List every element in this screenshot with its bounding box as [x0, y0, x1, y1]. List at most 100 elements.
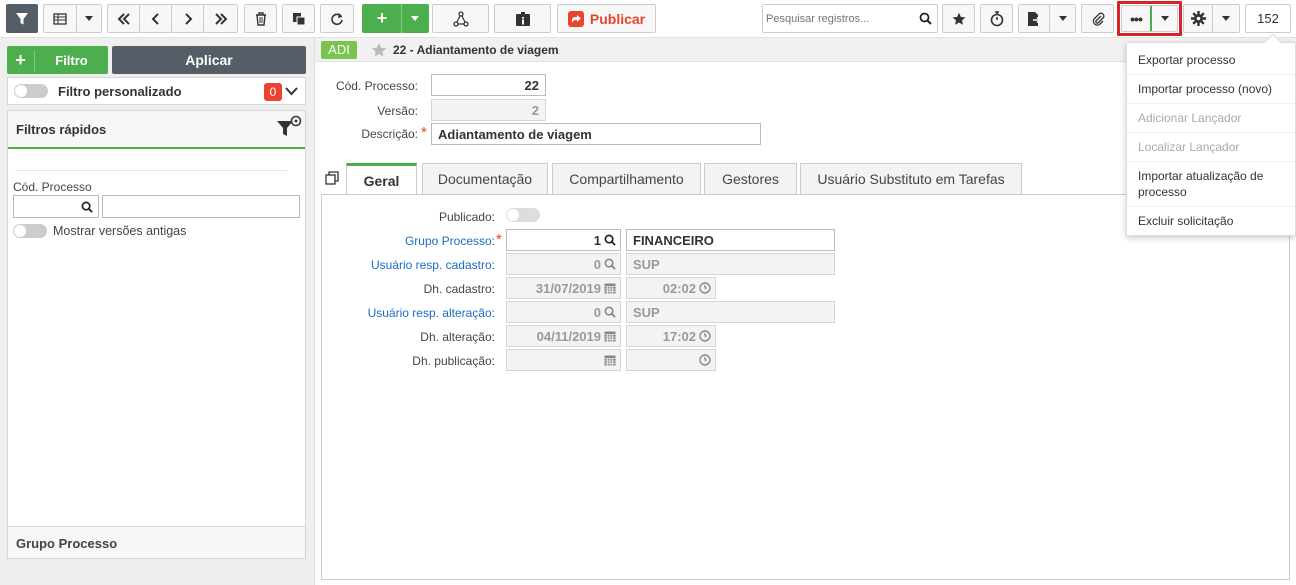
toolbar: + Publicar ••• 152 — [0, 0, 1296, 38]
publicado-label: Publicado: — [438, 210, 495, 224]
grupo-processo-name: FINANCEIRO — [626, 229, 835, 251]
funnel-icon — [16, 12, 28, 24]
timer-button[interactable] — [980, 4, 1013, 33]
dh-alteracao-time: 17:02 — [626, 325, 716, 347]
divider — [15, 170, 287, 171]
more-actions-menu: Exportar processo Importar processo (nov… — [1126, 33, 1296, 236]
tab-compartilhamento[interactable]: Compartilhamento — [552, 163, 701, 194]
search-icon[interactable] — [81, 201, 93, 213]
required-marker: * — [421, 124, 427, 141]
copy-icon — [292, 12, 305, 25]
versao-label: Versão: — [377, 104, 418, 118]
menu-item-import-update[interactable]: Importar atualização de processo — [1127, 162, 1295, 207]
refresh-button[interactable] — [320, 4, 354, 33]
clock-icon — [699, 354, 711, 366]
old-versions-row: Mostrar versões antigas — [13, 224, 186, 238]
publish-label: Publicar — [589, 10, 646, 27]
copy-button[interactable] — [282, 4, 315, 33]
chevron-down-icon — [1222, 16, 1230, 21]
export-button[interactable] — [1018, 4, 1050, 33]
table-icon — [53, 12, 67, 25]
usuario-alteracao-name: SUP — [626, 301, 835, 323]
cod-processo-label: Cód. Processo: — [335, 79, 418, 93]
publicado-toggle — [506, 208, 540, 222]
usuario-alteracao-code: 0 — [506, 301, 621, 323]
menu-item-find-launcher: Localizar Lançador — [1127, 133, 1295, 162]
trash-icon — [255, 11, 266, 26]
usuario-cadastro-name: SUP — [626, 253, 835, 275]
menu-item-import-process[interactable]: Importar processo (novo) — [1127, 75, 1295, 104]
cod-processo-filter-input[interactable] — [13, 195, 99, 218]
search-input[interactable] — [763, 5, 913, 32]
filter-toggle-button[interactable] — [6, 4, 38, 33]
custom-filter-label: Filtro personalizado — [58, 83, 182, 99]
group-section-title: Grupo Processo — [16, 536, 118, 551]
attachment-button[interactable] — [1081, 4, 1114, 33]
grupo-processo-label[interactable]: Grupo Processo: — [405, 234, 495, 248]
tab-usuario-substituto[interactable]: Usuário Substituto em Tarefas — [800, 163, 1022, 194]
menu-item-delete-request[interactable]: Excluir solicitação — [1127, 207, 1295, 235]
cod-processo-field[interactable]: 22 — [431, 74, 546, 96]
group-section[interactable]: Grupo Processo — [7, 526, 306, 559]
next-record-button[interactable] — [171, 4, 204, 33]
usuario-cadastro-code-value: 0 — [593, 256, 601, 272]
descricao-field[interactable]: Adiantamento de viagem — [431, 123, 761, 145]
calendar-icon — [604, 355, 616, 366]
dh-alteracao-time-value: 17:02 — [662, 328, 696, 344]
clock-icon — [699, 330, 711, 342]
filter-settings-icon[interactable] — [276, 115, 302, 141]
star-icon[interactable] — [371, 42, 387, 58]
info-button[interactable] — [494, 4, 551, 33]
prev-record-button[interactable] — [139, 4, 172, 33]
tab-documentacao[interactable]: Documentação — [422, 163, 548, 194]
dh-publicacao-time — [626, 349, 716, 371]
add-dropdown[interactable] — [401, 4, 429, 33]
tab-geral[interactable]: Geral — [346, 163, 417, 195]
chevron-right-icon — [184, 12, 192, 25]
apply-button[interactable]: Aplicar — [112, 46, 306, 74]
duplicate-window-icon[interactable] — [325, 171, 339, 185]
quick-filters-panel: Filtros rápidos Cód. Processo Mostrar ve… — [7, 110, 306, 527]
usuario-cadastro-label[interactable]: Usuário resp. cadastro: — [371, 258, 495, 272]
dh-publicacao-date — [506, 349, 621, 371]
chevron-down-icon — [85, 16, 93, 21]
flow-diagram-button[interactable] — [432, 4, 489, 33]
last-record-button[interactable] — [203, 4, 238, 33]
menu-item-export-process[interactable]: Exportar processo — [1127, 46, 1295, 75]
export-dropdown[interactable] — [1049, 4, 1076, 33]
custom-filter-toggle[interactable] — [14, 84, 48, 98]
delete-button[interactable] — [244, 4, 277, 33]
add-filter-button[interactable]: + Filtro — [7, 46, 108, 74]
search-icon — [604, 258, 616, 270]
refresh-icon — [331, 12, 343, 25]
custom-filter-row: Filtro personalizado 0 — [7, 77, 306, 105]
file-export-icon — [1028, 11, 1041, 26]
add-button[interactable]: + — [362, 4, 402, 33]
usuario-alteracao-label[interactable]: Usuário resp. alteração: — [368, 306, 495, 320]
favorite-button[interactable] — [942, 4, 975, 33]
dh-cadastro-time: 02:02 — [626, 277, 716, 299]
versao-field: 2 — [431, 99, 546, 121]
first-record-button[interactable] — [107, 4, 140, 33]
more-actions-button[interactable]: ••• — [1121, 5, 1151, 32]
grid-view-dropdown[interactable] — [76, 4, 102, 33]
more-actions-dropdown[interactable] — [1150, 5, 1178, 32]
gear-icon — [1190, 11, 1206, 26]
dh-cadastro-time-value: 02:02 — [662, 280, 696, 296]
settings-button[interactable] — [1183, 4, 1213, 33]
search-icon[interactable] — [604, 234, 616, 246]
old-versions-label: Mostrar versões antigas — [53, 224, 187, 238]
cod-processo-filter-description[interactable] — [102, 195, 300, 218]
usuario-cadastro-code: 0 — [506, 253, 621, 275]
grupo-processo-code[interactable]: 1 — [506, 229, 621, 251]
publish-button[interactable]: Publicar — [557, 4, 656, 33]
calendar-icon — [604, 331, 616, 342]
settings-dropdown[interactable] — [1212, 4, 1240, 33]
grid-view-button[interactable] — [43, 4, 77, 33]
ellipsis-icon: ••• — [1130, 10, 1143, 27]
search-icon[interactable] — [919, 12, 932, 25]
old-versions-toggle[interactable] — [13, 224, 47, 238]
record-title: 22 - Adiantamento de viagem — [393, 43, 559, 57]
tab-gestores[interactable]: Gestores — [704, 163, 797, 194]
chevron-down-icon[interactable] — [285, 87, 298, 96]
